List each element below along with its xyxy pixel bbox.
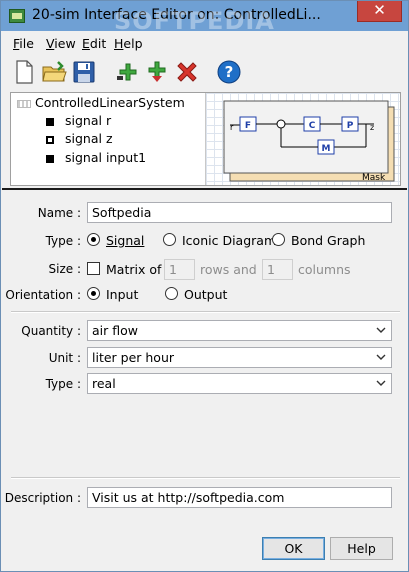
- mask-box: [223, 100, 389, 174]
- matrix-checkbox[interactable]: [87, 262, 100, 275]
- columns-label: columns: [298, 262, 351, 277]
- type-label: Type :: [45, 234, 81, 248]
- size-label: Size :: [48, 262, 82, 276]
- svg-text:C: C: [309, 121, 316, 131]
- menu-view[interactable]: View: [46, 36, 76, 51]
- name-label: Name :: [37, 206, 81, 220]
- help-button[interactable]: Help: [330, 537, 393, 560]
- description-label: Description :: [4, 491, 81, 505]
- type-bond-radio[interactable]: [272, 233, 285, 246]
- data-type-value: real: [92, 376, 116, 391]
- description-field[interactable]: Visit us at http://softpedia.com: [87, 487, 392, 508]
- svg-text:P: P: [347, 121, 354, 131]
- output-port-icon: [46, 135, 54, 144]
- app-icon: [9, 9, 25, 23]
- new-document-icon[interactable]: [10, 58, 38, 86]
- input-port-icon: [46, 117, 54, 126]
- add-input-icon[interactable]: [114, 58, 142, 86]
- type-signal-label[interactable]: Signal: [106, 233, 144, 248]
- help-icon[interactable]: ?: [215, 58, 243, 86]
- chevron-down-icon: [376, 327, 386, 333]
- data-type-dropdown[interactable]: real: [87, 373, 392, 394]
- svg-text:M: M: [322, 144, 331, 154]
- columns-field[interactable]: 1: [262, 259, 293, 280]
- watermark-logo: SOFTPEDIA: [114, 7, 275, 35]
- data-type-label: Type :: [45, 377, 81, 391]
- svg-text:?: ?: [225, 63, 234, 81]
- orientation-output-radio[interactable]: [165, 287, 178, 300]
- type-iconic-label[interactable]: Iconic Diagram: [182, 233, 276, 248]
- sum-junction: [276, 119, 286, 129]
- submodel-icon: [17, 99, 31, 108]
- orientation-input-label[interactable]: Input: [106, 287, 138, 302]
- quantity-value: air flow: [92, 323, 138, 338]
- signal-tree: ControlledLinearSystem signal r signal z…: [11, 93, 203, 185]
- open-folder-icon[interactable]: [40, 58, 68, 86]
- chevron-down-icon: [376, 354, 386, 360]
- orientation-input-radio[interactable]: [87, 287, 100, 300]
- tree-item-label: signal r: [65, 113, 112, 128]
- menu-file[interactable]: File: [13, 36, 34, 51]
- orientation-output-label[interactable]: Output: [184, 287, 227, 302]
- tree-item-label: signal z: [65, 131, 113, 146]
- orientation-label: Orientation :: [5, 288, 81, 302]
- delete-icon[interactable]: [173, 58, 201, 86]
- interface-editor-window: 20-sim Interface Editor on: ControlledLi…: [0, 0, 409, 572]
- save-icon[interactable]: [70, 58, 98, 86]
- section-separator: [2, 188, 407, 190]
- matrix-label[interactable]: Matrix of: [106, 262, 161, 277]
- mask-label: Mask: [362, 173, 386, 183]
- add-output-icon[interactable]: [143, 58, 171, 86]
- unit-dropdown[interactable]: liter per hour: [87, 347, 392, 368]
- unit-label: Unit :: [48, 351, 81, 365]
- quantity-label: Quantity :: [21, 324, 81, 338]
- ok-button[interactable]: OK: [262, 537, 325, 560]
- type-iconic-radio[interactable]: [163, 233, 176, 246]
- quantity-dropdown[interactable]: air flow: [87, 320, 392, 341]
- name-field[interactable]: Softpedia: [87, 202, 392, 223]
- menu-bar: File View Edit Help: [2, 32, 407, 54]
- close-button[interactable]: ✕: [357, 1, 402, 22]
- title-bar[interactable]: 20-sim Interface Editor on: ControlledLi…: [1, 1, 408, 35]
- chevron-down-icon: [376, 380, 386, 386]
- divider: [11, 477, 400, 479]
- model-preview: Mask r z F C P M: [205, 93, 400, 185]
- menu-edit[interactable]: Edit: [82, 36, 106, 51]
- tree-root-label: ControlledLinearSystem: [35, 95, 185, 110]
- divider: [11, 311, 400, 313]
- svg-text:F: F: [245, 121, 251, 131]
- tree-root[interactable]: ControlledLinearSystem: [17, 95, 185, 113]
- tree-item-signal-input1[interactable]: signal input1: [46, 150, 146, 168]
- type-bond-label[interactable]: Bond Graph: [291, 233, 365, 248]
- input-port-icon: [46, 154, 54, 163]
- rows-label: rows and: [200, 262, 257, 277]
- menu-help[interactable]: Help: [114, 36, 143, 51]
- model-panel: ControlledLinearSystem signal r signal z…: [10, 92, 401, 186]
- toolbar: ?: [2, 55, 407, 91]
- tree-item-label: signal input1: [65, 150, 147, 165]
- unit-value: liter per hour: [92, 350, 175, 365]
- tree-item-signal-r[interactable]: signal r: [46, 113, 111, 131]
- rows-field[interactable]: 1: [164, 259, 195, 280]
- type-signal-radio[interactable]: [87, 233, 100, 246]
- tree-item-signal-z[interactable]: signal z: [46, 131, 113, 149]
